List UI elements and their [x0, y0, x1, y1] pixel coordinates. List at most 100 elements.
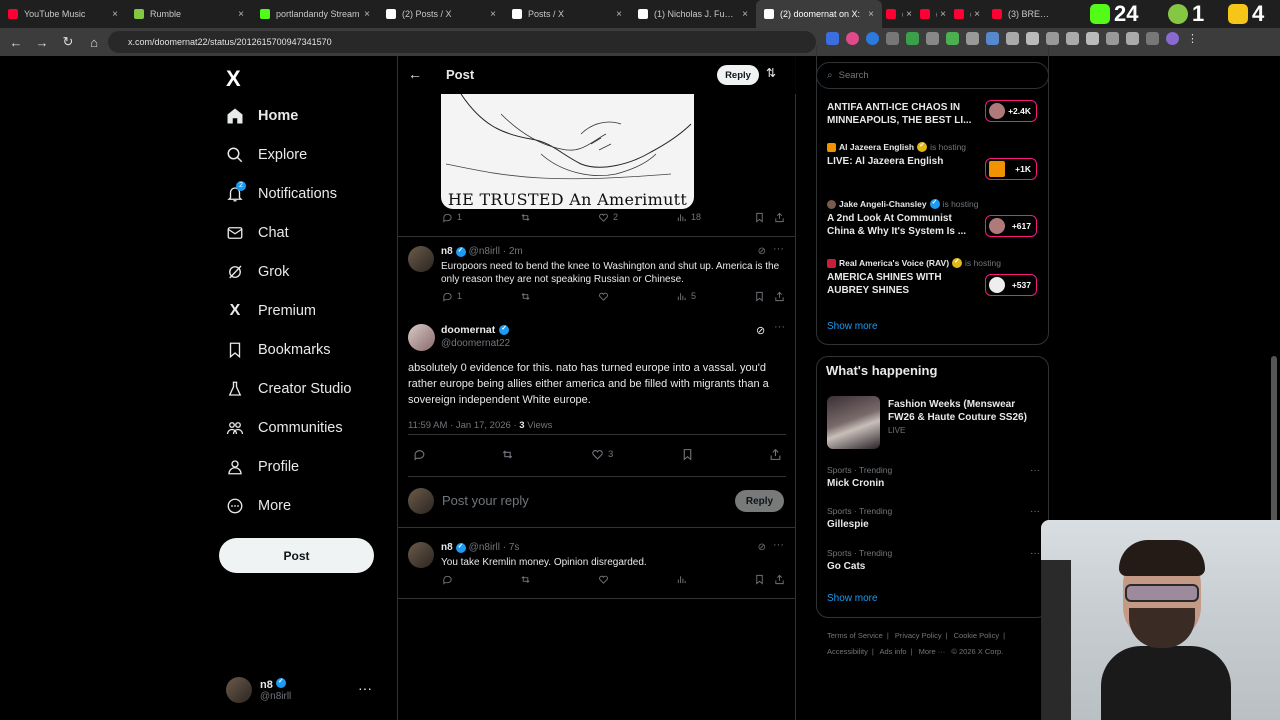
views-action[interactable]: 18 — [676, 212, 701, 223]
scrollbar-thumb[interactable] — [1271, 356, 1277, 536]
forward-arrow-icon[interactable]: → — [30, 30, 54, 54]
extension-icon[interactable] — [1026, 32, 1039, 45]
avatar[interactable] — [408, 246, 434, 272]
show-more-link[interactable]: Show more — [827, 593, 878, 604]
grok-icon[interactable]: ⊘ — [758, 542, 766, 553]
extension-icon[interactable] — [1046, 32, 1059, 45]
browser-tab[interactable]: Rumble × — [126, 0, 252, 28]
trend-item[interactable]: Sports · Trending Gillespie ··· — [827, 506, 1042, 530]
reply-action[interactable] — [442, 574, 453, 585]
share-action[interactable] — [774, 291, 785, 302]
back-arrow-icon[interactable]: ← — [408, 66, 422, 82]
views-action[interactable] — [676, 574, 687, 585]
more-dots-icon[interactable]: ··· — [358, 680, 372, 696]
repost-action[interactable] — [520, 574, 531, 585]
author-handle[interactable]: @doomernat22 — [441, 338, 510, 349]
nav-more[interactable]: More — [226, 491, 291, 521]
browser-tab[interactable]: portlandandy Stream × — [252, 0, 378, 28]
trend-item[interactable]: Sports · Trending Mick Cronin ··· — [827, 465, 1042, 489]
grok-icon[interactable]: ⊘ — [758, 246, 766, 257]
browser-tab[interactable]: YouTube Music × — [0, 0, 126, 28]
browser-tab[interactable]: (2)× — [916, 0, 950, 28]
trend-image[interactable] — [827, 396, 880, 449]
footer-link[interactable]: Accessibility — [827, 647, 868, 656]
home-icon[interactable]: ⌂ — [82, 30, 106, 54]
nav-profile[interactable]: Profile — [226, 452, 299, 482]
live-item[interactable]: Real America's Voice (RAV)is hosting AME… — [827, 257, 1042, 297]
tab-close-icon[interactable]: × — [112, 9, 118, 20]
trend-item[interactable]: Sports · Trending Go Cats ··· — [827, 548, 1042, 572]
more-dots-icon[interactable]: ··· — [773, 243, 784, 255]
nav-explore[interactable]: Explore — [226, 140, 307, 170]
footer-link[interactable]: Privacy Policy — [895, 631, 942, 640]
reply-action[interactable]: 1 — [442, 291, 462, 302]
author-name[interactable]: n8 — [441, 246, 453, 257]
footer-link[interactable]: Ads info — [879, 647, 906, 656]
avatar[interactable] — [408, 324, 435, 351]
extension-icon[interactable] — [906, 32, 919, 45]
footer-link[interactable]: Cookie Policy — [954, 631, 999, 640]
more-dots-icon[interactable]: ··· — [1030, 465, 1040, 476]
like-action[interactable]: 2 — [598, 212, 618, 223]
tab-close-icon[interactable]: × — [616, 9, 622, 20]
extension-icon[interactable] — [1126, 32, 1139, 45]
bookmark-action[interactable] — [754, 212, 765, 223]
extension-icon[interactable] — [1006, 32, 1019, 45]
extension-icon[interactable] — [966, 32, 979, 45]
extension-icon[interactable] — [946, 32, 959, 45]
live-item[interactable]: Al Jazeera Englishis hosting LIVE: Al Ja… — [827, 141, 1042, 180]
more-dots-icon[interactable]: ··· — [773, 539, 784, 551]
live-item[interactable]: ANTIFA ANTI-ICE CHAOS IN MINNEAPOLIS, TH… — [827, 98, 1042, 127]
repost-action[interactable] — [520, 212, 531, 223]
footer-link[interactable]: More ··· — [919, 647, 946, 656]
profile-avatar-icon[interactable] — [1166, 32, 1179, 45]
extension-icon[interactable] — [1086, 32, 1099, 45]
tab-close-icon[interactable]: × — [742, 9, 748, 20]
post-button[interactable]: Post — [219, 538, 374, 573]
extension-icon[interactable] — [986, 32, 999, 45]
tab-close-icon[interactable]: × — [490, 9, 496, 20]
post-image[interactable]: HE TRUSTED An Amerimutt — [441, 94, 694, 209]
nav-creator-studio[interactable]: Creator Studio — [226, 374, 352, 404]
extension-icon[interactable] — [926, 32, 939, 45]
tab-close-icon[interactable]: × — [868, 9, 874, 20]
nav-notifications[interactable]: 2 Notifications — [226, 179, 337, 209]
trend-live-event[interactable]: Fashion Weeks (Menswear FW26 & Haute Cou… — [888, 398, 1043, 435]
repost-action[interactable] — [501, 448, 514, 461]
share-action[interactable] — [769, 448, 782, 461]
avatar[interactable] — [408, 542, 434, 568]
browser-tab[interactable]: (2) doomernat on X: × — [756, 0, 882, 28]
tab-close-icon[interactable]: × — [974, 9, 980, 20]
menu-icon[interactable]: ⋮ — [1186, 32, 1199, 45]
nav-communities[interactable]: Communities — [226, 413, 343, 443]
tab-close-icon[interactable]: × — [940, 9, 946, 20]
footer-link[interactable]: Terms of Service — [827, 631, 883, 640]
grok-icon[interactable]: ⊘ — [756, 324, 765, 337]
tab-close-icon[interactable]: × — [906, 9, 912, 20]
more-dots-icon[interactable]: ··· — [1030, 506, 1040, 517]
views-action[interactable]: 5 — [676, 291, 696, 302]
bookmark-action[interactable] — [681, 448, 694, 461]
like-action[interactable] — [598, 574, 609, 585]
author-name[interactable]: doomernat — [441, 324, 510, 336]
like-action[interactable]: 3 — [591, 448, 613, 461]
bookmark-action[interactable] — [754, 574, 765, 585]
share-action[interactable] — [774, 212, 785, 223]
tab-close-icon[interactable]: × — [238, 9, 244, 20]
bookmark-action[interactable] — [754, 291, 765, 302]
author-name[interactable]: n8 — [441, 542, 453, 553]
repost-action[interactable] — [520, 291, 531, 302]
browser-tab[interactable]: (1) Nicholas J. Fuente × — [630, 0, 756, 28]
show-more-link[interactable]: Show more — [827, 321, 878, 332]
x-logo[interactable]: X — [226, 66, 241, 92]
nav-premium[interactable]: X Premium — [226, 296, 316, 326]
nav-home[interactable]: Home — [226, 101, 298, 131]
address-bar[interactable]: x.com/doomernat22/status/201261570094734… — [108, 31, 816, 53]
browser-tab[interactable]: Posts / X × — [504, 0, 630, 28]
live-item[interactable]: Jake Angeli-Chansleyis hosting A 2nd Loo… — [827, 198, 1042, 238]
browser-tab[interactable]: (2) Posts / X × — [378, 0, 504, 28]
filter-icon[interactable]: ⇅ — [766, 66, 776, 80]
search-input[interactable]: ⌕ Search — [816, 62, 1049, 89]
reply-action[interactable]: 1 — [442, 212, 462, 223]
account-switcher[interactable]: n8 @n8irll ··· — [226, 674, 386, 706]
